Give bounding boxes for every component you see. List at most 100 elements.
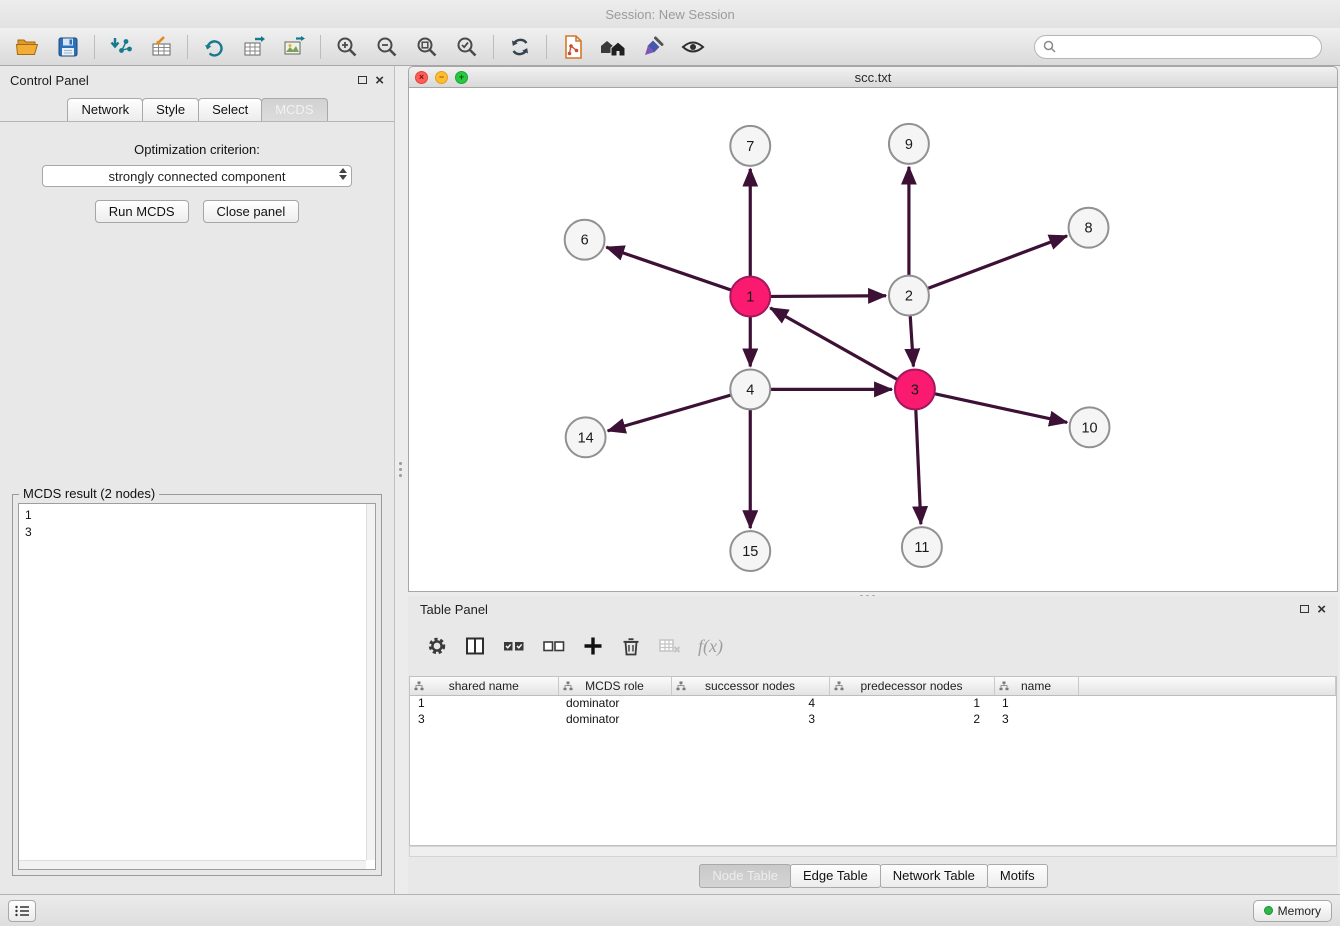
table-cell[interactable]: dominator — [558, 711, 671, 727]
tab-style[interactable]: Style — [142, 98, 199, 121]
network-edge[interactable] — [910, 316, 913, 367]
column-header[interactable]: predecessor nodes — [829, 677, 994, 695]
network-node[interactable]: 2 — [889, 276, 929, 316]
tab-mcds[interactable]: MCDS — [261, 98, 327, 121]
memory-button[interactable]: Memory — [1253, 900, 1332, 922]
table-cell[interactable]: 1 — [410, 695, 558, 711]
zoom-out-icon — [375, 35, 399, 59]
mcds-result-text: 1 3 — [25, 507, 32, 541]
minimize-window-icon[interactable]: − — [435, 71, 448, 84]
show-columns-button[interactable] — [464, 635, 486, 657]
search-field[interactable] — [1034, 35, 1322, 59]
result-vertical-scrollbar[interactable] — [366, 504, 375, 860]
table-cell[interactable]: 3 — [410, 711, 558, 727]
network-node[interactable]: 10 — [1070, 407, 1110, 447]
zoom-out-button[interactable] — [367, 31, 407, 63]
add-column-button[interactable] — [582, 635, 604, 657]
close-table-panel-icon[interactable]: × — [1317, 602, 1326, 617]
save-session-button[interactable] — [48, 31, 88, 63]
mcds-result-title: MCDS result (2 nodes) — [19, 486, 159, 501]
run-mcds-button[interactable]: Run MCDS — [95, 200, 189, 223]
table-cell[interactable]: 2 — [829, 711, 994, 727]
table-row[interactable]: 3dominator323 — [410, 711, 1336, 727]
delete-table-button[interactable] — [658, 636, 682, 656]
network-edge[interactable] — [770, 296, 886, 297]
result-horizontal-scrollbar[interactable] — [19, 860, 366, 869]
import-network-button[interactable] — [101, 31, 141, 63]
network-node[interactable]: 15 — [730, 531, 770, 571]
graphics-details-button[interactable] — [673, 31, 713, 63]
tab-node-table[interactable]: Node Table — [699, 864, 791, 888]
export-table-button[interactable] — [234, 31, 274, 63]
network-window-titlebar[interactable]: scc.txt × − + — [408, 66, 1338, 88]
svg-text:2: 2 — [905, 289, 913, 305]
panel-splitter[interactable] — [395, 66, 408, 894]
apply-layout-button[interactable] — [500, 31, 540, 63]
zoom-selected-button[interactable] — [447, 31, 487, 63]
table-cell[interactable]: 1 — [829, 695, 994, 711]
network-edge[interactable] — [770, 308, 897, 380]
criterion-dropdown[interactable]: strongly connected component — [42, 165, 352, 187]
zoom-in-button[interactable] — [327, 31, 367, 63]
network-node[interactable]: 7 — [730, 126, 770, 166]
network-svg: 7 9 6 8 1 2 4 3 14 10 15 11 — [409, 88, 1337, 591]
export-image-button[interactable] — [274, 31, 314, 63]
network-edge[interactable] — [916, 409, 921, 524]
optimization-criterion-label: Optimization criterion: — [0, 142, 394, 157]
close-window-icon[interactable]: × — [415, 71, 428, 84]
network-edge[interactable] — [606, 247, 731, 290]
table-cell[interactable]: 1 — [994, 695, 1078, 711]
network-node[interactable]: 9 — [889, 124, 929, 164]
tab-network-table[interactable]: Network Table — [880, 864, 988, 888]
export-network-button[interactable] — [194, 31, 234, 63]
tab-select[interactable]: Select — [198, 98, 262, 121]
float-table-panel-icon[interactable] — [1300, 605, 1309, 613]
open-session-button[interactable] — [8, 31, 48, 63]
first-neighbors-button[interactable] — [593, 31, 633, 63]
network-node[interactable]: 4 — [730, 369, 770, 409]
close-panel-button[interactable]: Close panel — [203, 200, 300, 223]
network-node[interactable]: 11 — [902, 527, 942, 567]
tab-network[interactable]: Network — [67, 98, 143, 121]
table-cell[interactable]: 4 — [671, 695, 829, 711]
table-cell[interactable]: 3 — [994, 711, 1078, 727]
table-cell[interactable]: dominator — [558, 695, 671, 711]
network-canvas[interactable]: 7 9 6 8 1 2 4 3 14 10 15 11 — [408, 88, 1338, 592]
table-settings-button[interactable] — [426, 635, 448, 657]
tab-motifs[interactable]: Motifs — [987, 864, 1048, 888]
search-input[interactable] — [1061, 40, 1313, 54]
select-all-columns-button[interactable] — [502, 637, 526, 655]
column-header[interactable]: successor nodes — [671, 677, 829, 695]
mcds-result-area[interactable]: 1 3 — [18, 503, 376, 870]
network-edge[interactable] — [928, 236, 1067, 289]
network-node[interactable]: 3 — [895, 369, 935, 409]
network-node[interactable]: 14 — [566, 417, 606, 457]
panel-menu-button[interactable] — [8, 900, 36, 922]
column-header[interactable]: shared name — [410, 677, 558, 695]
function-builder-button[interactable]: f(x) — [698, 636, 723, 657]
dropdown-stepper-icon — [339, 168, 347, 180]
column-header[interactable]: MCDS role — [558, 677, 671, 695]
network-node[interactable]: 1 — [730, 277, 770, 317]
import-table-button[interactable] — [141, 31, 181, 63]
tab-edge-table[interactable]: Edge Table — [790, 864, 881, 888]
deselect-all-columns-button[interactable] — [542, 637, 566, 655]
close-panel-icon[interactable]: × — [375, 73, 384, 88]
apply-style-button[interactable] — [633, 31, 673, 63]
table-row[interactable]: 1dominator411 — [410, 695, 1336, 711]
table-cell[interactable]: 3 — [671, 711, 829, 727]
float-panel-icon[interactable] — [358, 76, 367, 84]
network-edge[interactable] — [608, 395, 731, 431]
table-horizontal-scrollbar[interactable] — [409, 846, 1337, 857]
zoom-fit-button[interactable] — [407, 31, 447, 63]
titlebar: Session: New Session — [0, 0, 1340, 28]
network-node[interactable]: 8 — [1069, 208, 1109, 248]
node-table-body: 1dominator4113dominator323 — [410, 695, 1336, 727]
network-edge[interactable] — [934, 394, 1067, 423]
delete-column-button[interactable] — [620, 635, 642, 657]
sort-icon — [834, 681, 844, 691]
clone-network-button[interactable] — [553, 31, 593, 63]
maximize-window-icon[interactable]: + — [455, 71, 468, 84]
network-node[interactable]: 6 — [565, 220, 605, 260]
column-header[interactable]: name — [994, 677, 1078, 695]
